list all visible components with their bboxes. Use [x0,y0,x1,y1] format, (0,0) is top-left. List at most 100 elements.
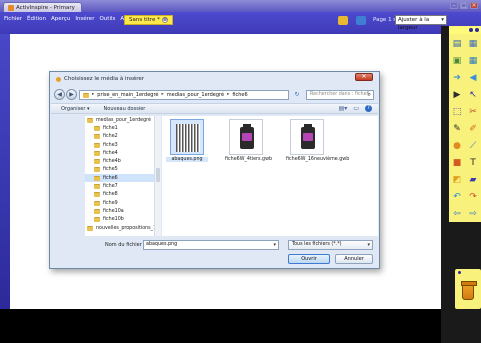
breadcrumb-1[interactable]: prise_en_main_1erdegré [97,91,158,99]
undo-icon[interactable]: ↶ [450,190,464,204]
file-name: fiche6W_4tiers.gwb [225,157,273,162]
pointer-icon[interactable]: ↖ [466,88,480,102]
activinspire-logo-icon [8,4,14,11]
pages-icon[interactable]: ▤ [450,37,464,51]
search-icon[interactable]: ⌕ [368,91,371,99]
trash-panel-handle[interactable] [458,271,461,274]
toolbox-pin-icon[interactable] [469,28,473,32]
tree-item[interactable]: fiche10b [85,216,160,224]
organize-button[interactable]: Organiser ▾ [61,106,90,112]
gwb-file-icon [240,124,254,149]
trash-icon[interactable] [461,281,477,300]
select-icon[interactable]: ⬚ [450,105,464,119]
tree-item[interactable]: medias_pour_1erdegré [85,116,160,124]
next-page-icon[interactable]: ➔ [450,71,464,85]
minimize-button[interactable]: – [450,2,458,9]
bottom-area [0,309,441,343]
menu-fichier[interactable]: Fichier [4,16,22,22]
connector-icon[interactable]: ⟋ [466,139,480,153]
back-button[interactable]: ◀ [54,89,65,100]
preview-pane-icon[interactable]: ▭ [353,105,359,112]
document-title: Sans titre * [129,17,160,23]
address-row: ◀ ▶ ▸ prise_en_main_1erdegré ▸ medias_po… [54,89,377,101]
text-icon[interactable]: T [466,156,480,170]
app-tab[interactable]: ActivInspire - Primary [3,2,82,12]
folder-icon [94,125,100,131]
toolbox-header[interactable] [449,26,481,34]
tree-item[interactable]: fiche7 [85,182,160,190]
view-icon[interactable]: ▤▾ [339,105,348,112]
breadcrumb-3[interactable]: fiche6 [232,91,247,99]
filetype-select[interactable]: Tous les fichiers (*.*) [288,240,373,250]
help-icon[interactable]: ? [365,105,372,112]
address-bar[interactable]: ▸ prise_en_main_1erdegré ▸ medias_pour_1… [79,90,289,100]
open-button[interactable]: Ouvrir [288,254,330,264]
toolbox-settings-icon[interactable] [475,28,479,32]
browser-icon[interactable]: ▦ [466,37,480,51]
tree-item[interactable]: fiche1 [85,124,160,132]
menu-apercu[interactable]: Aperçu [51,16,70,22]
tree-item-label: fiche9 [103,200,118,206]
left-arrow-icon[interactable]: ⇦ [450,207,464,221]
tree-item[interactable]: fiche4 [85,149,160,157]
tree-item[interactable]: fiche9 [85,199,160,207]
maximize-button[interactable]: □ [460,2,468,9]
file-item[interactable]: fiche6W_16neuvième.gwb [286,119,350,162]
menu-edition[interactable]: Édition [27,16,46,22]
tree-item-label: fiche4b [103,159,121,165]
tree-item[interactable]: fiche6 [85,174,160,183]
tree-item[interactable]: fiche10a [85,207,160,215]
breadcrumb-2[interactable]: medias_pour_1erdegré [167,91,224,99]
close-document-icon[interactable]: ⊗ [161,17,168,23]
tree-item-label: nouvelles_propositions_1er_ [96,225,161,231]
play-icon[interactable]: ▶ [450,88,464,102]
folder-icon [94,192,100,198]
trash-panel [455,269,481,309]
file-item[interactable]: abaques.png [166,119,208,162]
folder-icon [94,150,100,156]
refresh-icon[interactable]: ↻ [292,90,302,100]
tree-item[interactable]: fiche8 [85,191,160,199]
cancel-button[interactable]: Annuler [335,254,373,264]
close-button[interactable]: ✕ [470,2,478,9]
page-browser-icon[interactable] [356,16,366,25]
magic-ink-icon[interactable]: ● [450,139,464,153]
filename-input[interactable]: abaques.png [143,240,279,250]
command-bar: Organiser ▾ Nouveau dossier ▤▾ ▭ ? [51,103,378,114]
grid-icon[interactable]: ▦ [466,54,480,68]
forward-button[interactable]: ▶ [66,89,77,100]
menu-outils[interactable]: Outils [99,16,115,22]
previous-page-icon[interactable]: ◀ [466,71,480,85]
fill-icon[interactable]: ◩ [450,173,464,187]
dialog-title: Choisissez le média à insérer [64,76,145,82]
tree-item[interactable]: fiche3 [85,141,160,149]
file-item[interactable]: fiche6W_4tiers.gwb [225,119,273,162]
shape-icon[interactable]: ■ [450,156,464,170]
eraser-icon[interactable]: ▰ [466,173,480,187]
tree-item[interactable]: fiche5 [85,166,160,174]
tree-scrollbar[interactable] [154,116,161,236]
document-tab[interactable]: Sans titre * ⊗ [124,15,173,25]
flipchart-icon[interactable] [338,16,348,25]
dialog-title-bar: Choisissez le média à insérer [50,72,379,86]
view-controls: ▤▾ ▭ ? [339,105,372,112]
tools-icon[interactable]: ✂ [466,105,480,119]
right-arrow-icon[interactable]: ⇨ [466,207,480,221]
folder-icon [94,134,100,140]
new-folder-button[interactable]: Nouveau dossier [104,106,146,112]
search-input[interactable]: Rechercher dans : fiche6 ⌕ [306,90,374,100]
tree-item[interactable]: fiche4b [85,157,160,165]
tree-item[interactable]: nouvelles_propositions_1er_ [85,224,160,232]
tree-item[interactable]: fiche2 [85,133,160,141]
zoom-select[interactable]: Ajuster à la largeur [395,15,447,31]
pen-icon[interactable]: ✎ [450,122,464,136]
redo-icon[interactable]: ↷ [466,190,480,204]
folder-icon [94,159,100,165]
image-preview-icon [176,124,200,152]
image-icon[interactable]: ▣ [450,54,464,68]
highlighter-icon[interactable]: ✐ [466,122,480,136]
tree-item-label: fiche7 [103,184,118,190]
file-name: fiche6W_16neuvième.gwb [286,157,350,162]
menu-inserer[interactable]: Insérer [75,16,94,22]
dialog-close-button[interactable]: ✕ [355,73,373,81]
